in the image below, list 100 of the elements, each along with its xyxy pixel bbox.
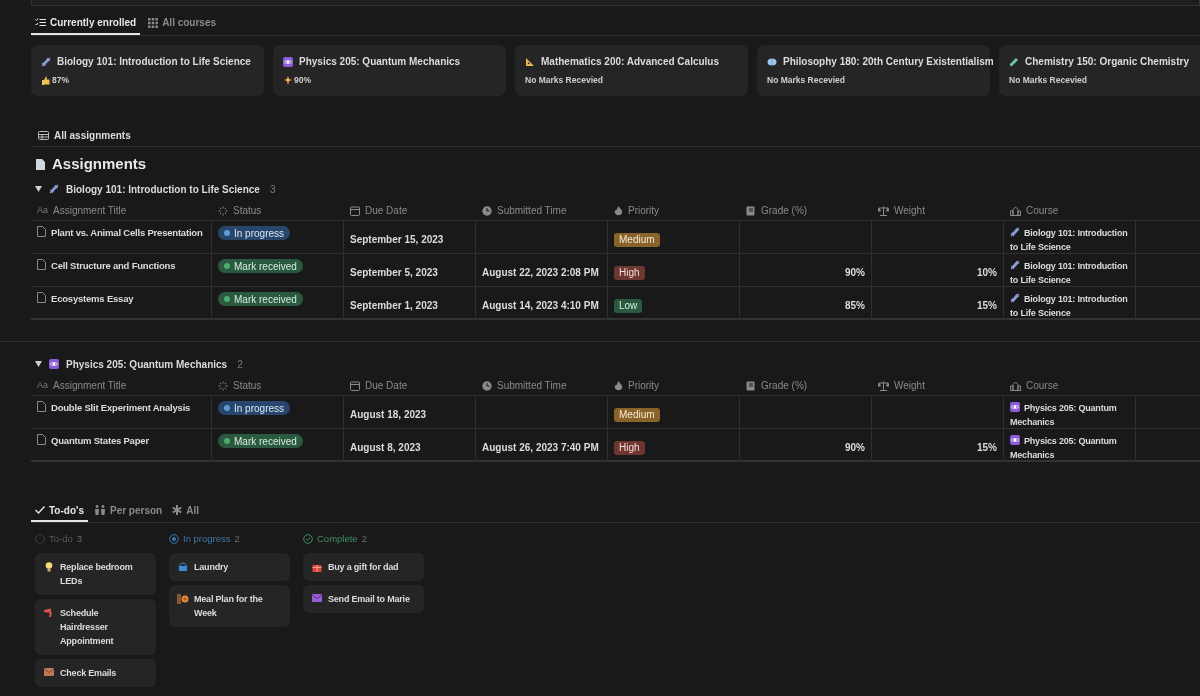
course-card[interactable]: Chemistry 150: Organic Chemistry No Marks Recevied (999, 45, 1200, 96)
column-header[interactable]: Weight (894, 378, 925, 393)
status-tag: Mark received (218, 434, 303, 448)
flame-icon (614, 205, 623, 216)
asterisk-icon (172, 505, 183, 515)
course-link[interactable]: Physics 205: Quantum Mechanics (1010, 434, 1129, 462)
document-icon (37, 401, 46, 412)
column-header[interactable]: Status (233, 203, 262, 218)
page-title: Assignments (52, 153, 147, 174)
date-text: September 1, 2023 (350, 300, 438, 311)
course-link[interactable]: Biology 101: Introduction to Life Science (1010, 259, 1129, 287)
notebook-icon (746, 380, 756, 391)
column-header[interactable]: Status (233, 378, 262, 393)
column-header[interactable]: Course (1026, 378, 1059, 393)
document-icon (37, 259, 46, 270)
column-header[interactable]: Grade (%) (761, 378, 808, 393)
tab[interactable]: To-do's (31, 500, 88, 522)
document-icon (37, 434, 46, 445)
task-card[interactable]: Schedule Hairdresser Appointment (35, 599, 156, 655)
course-link[interactable]: Physics 205: Quantum Mechanics (1010, 401, 1129, 429)
course-card[interactable]: Mathematics 200: Advanced Calculus No Marks Recevied (515, 45, 748, 96)
course-card[interactable]: Biology 101: Introduction to Life Science 87% (31, 45, 264, 96)
grade-text: 90% (845, 267, 865, 278)
task-card[interactable]: Meal Plan for the Week (169, 585, 290, 627)
weight-text: 15% (977, 442, 997, 453)
thumbs-up-icon (41, 75, 50, 85)
notebook-icon (746, 205, 756, 216)
priority-tag: Low (614, 299, 643, 313)
column-count: 2 (234, 531, 240, 546)
column-header[interactable]: Priority (628, 203, 660, 218)
task-title: Send Email to Marie (328, 593, 410, 606)
group-title[interactable]: Biology 101: Introduction to Life Science (66, 181, 260, 197)
task-title: Laundry (194, 561, 229, 574)
date-text: September 5, 2023 (350, 267, 438, 278)
task-card[interactable]: Replace bedroom LEDs (35, 553, 156, 595)
tab[interactable]: All courses (144, 12, 221, 35)
sparkle-icon (283, 75, 292, 85)
flame-icon (614, 380, 623, 391)
priority-tag: High (614, 266, 645, 280)
column-header[interactable]: Priority (628, 378, 660, 393)
column-header[interactable]: Weight (894, 203, 925, 218)
column-header[interactable]: Due Date (365, 203, 408, 218)
grid-icon (148, 17, 159, 28)
task-title: Meal Plan for the Week (194, 593, 264, 620)
column-title: To-do (49, 531, 73, 546)
task-card[interactable]: Laundry (169, 553, 290, 581)
group-title[interactable]: Physics 205: Quantum Mechanics (66, 356, 228, 372)
people-icon (93, 505, 106, 515)
task-card[interactable]: Buy a gift for dad (303, 553, 424, 581)
assignment-title[interactable]: Quantum States Paper (51, 434, 149, 449)
date-text: August 26, 2023 7:40 PM (482, 442, 599, 453)
checklist-icon (35, 18, 46, 27)
status-tag: Mark received (218, 259, 303, 273)
column-header[interactable]: Submitted Time (497, 378, 567, 393)
task-card[interactable]: Send Email to Marie (303, 585, 424, 613)
course-mark: No Marks Recevied (767, 74, 845, 87)
view-tab[interactable]: All assignments (54, 127, 131, 143)
caret-down-icon[interactable] (35, 361, 42, 367)
course-name: Biology 101: Introduction to Life Science (57, 55, 251, 69)
column-header[interactable]: Submitted Time (497, 203, 567, 218)
grade-text: 90% (845, 442, 865, 453)
column-count: 3 (76, 531, 83, 546)
task-title: Buy a gift for dad (328, 561, 399, 574)
task-card[interactable]: Check Emails (35, 659, 156, 687)
course-link[interactable]: Biology 101: Introduction to Life Science (1010, 292, 1129, 320)
group-count: 2 (237, 357, 243, 372)
weight-text: 10% (977, 267, 997, 278)
course-name: Mathematics 200: Advanced Calculus (541, 55, 720, 69)
status-tag: In progress (218, 226, 291, 240)
column-header[interactable]: Grade (%) (761, 203, 808, 218)
date-text: September 15, 2023 (350, 234, 444, 245)
type-glyph: Aa (37, 378, 48, 392)
loading-icon (218, 205, 228, 216)
calendar-icon (350, 205, 360, 216)
status-tag: Mark received (218, 292, 303, 306)
assignment-title[interactable]: Cell Structure and Functions (51, 259, 176, 274)
tab[interactable]: All (168, 500, 203, 522)
status-tag: In progress (218, 401, 291, 415)
task-title: Check Emails (60, 667, 117, 680)
column-title: In progress (183, 531, 231, 546)
column-header[interactable]: Assignment Title (53, 378, 127, 393)
column-header[interactable]: Course (1026, 203, 1059, 218)
column-title: Complete (317, 531, 358, 546)
column-header[interactable]: Assignment Title (53, 203, 127, 218)
course-card[interactable]: Physics 205: Quantum Mechanics 90% (273, 45, 506, 96)
column-header[interactable]: Due Date (365, 378, 408, 393)
course-link[interactable]: Biology 101: Introduction to Life Science (1010, 226, 1129, 254)
school-icon (1010, 205, 1021, 216)
caret-down-icon[interactable] (35, 186, 42, 192)
scale-icon (878, 205, 889, 216)
calendar-icon (350, 380, 360, 391)
table-icon (38, 130, 49, 140)
tab[interactable]: Currently enrolled (31, 12, 141, 35)
tab[interactable]: Per person (89, 500, 167, 522)
type-glyph: Aa (37, 203, 48, 217)
column-count: 2 (361, 531, 367, 546)
assignment-title[interactable]: Double Slit Experiment Analysis (51, 401, 191, 416)
grade-text: 85% (845, 300, 865, 311)
assignment-title[interactable]: Plant vs. Animal Cells Presentation (51, 226, 203, 241)
assignment-title[interactable]: Ecosystems Essay (51, 292, 134, 307)
